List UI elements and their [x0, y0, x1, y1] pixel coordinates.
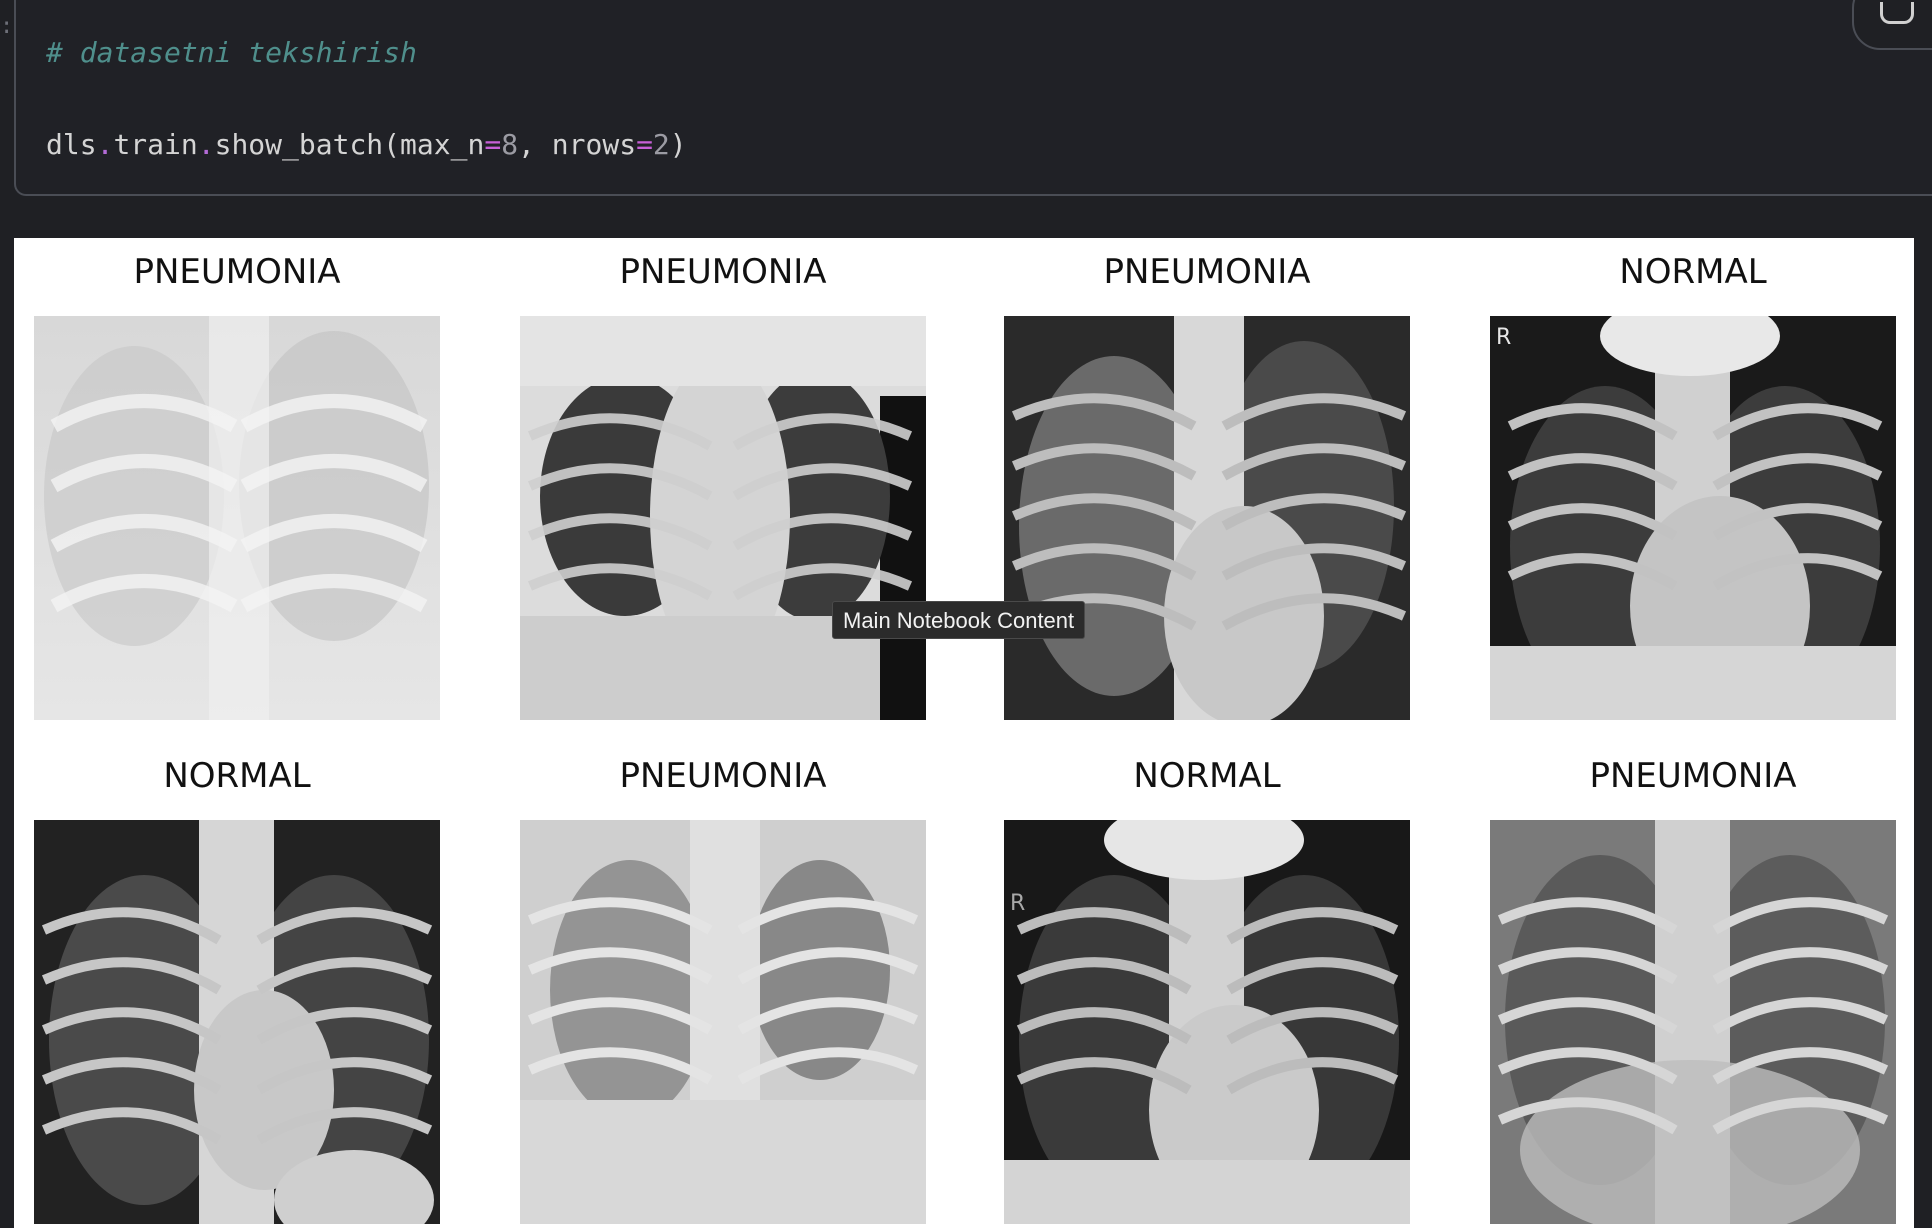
xray-label: PNEUMONIA [619, 756, 827, 796]
xray-label: NORMAL [1619, 252, 1767, 292]
code-cell[interactable]: # datasetni tekshirish dls.train.show_ba… [14, 0, 1932, 196]
xray-label: PNEUMONIA [1589, 756, 1797, 796]
chest-xray-image [1490, 820, 1896, 1224]
code-token-arg1-value: 8 [501, 128, 519, 161]
code-token-method: show_batch( [214, 128, 401, 161]
code-token-arg2-value: 2 [652, 128, 670, 161]
code-token-arg2-name: nrows [551, 128, 637, 161]
code-token-equals: = [484, 128, 502, 161]
xray-side-marker: R [1496, 325, 1511, 350]
xray-label: NORMAL [1133, 756, 1281, 796]
xray-label: PNEUMONIA [619, 252, 827, 292]
xray-label: PNEUMONIA [1103, 252, 1311, 292]
code-token-dot: . [96, 128, 114, 161]
code-token-separator: , [518, 128, 552, 161]
cell-action-button[interactable] [1852, 0, 1932, 50]
code-line-show-batch: dls.train.show_batch(max_n=8, nrows=2) [46, 128, 687, 161]
code-token-obj: dls [46, 128, 97, 161]
chest-xray-image [34, 316, 440, 720]
cell-gutter-marker: : [0, 14, 14, 39]
chest-xray-image [1004, 316, 1410, 720]
chest-xray-image: R [1490, 316, 1896, 720]
xray-label: PNEUMONIA [133, 252, 341, 292]
xray-side-marker: R [1010, 891, 1025, 916]
code-comment: # datasetni tekshirish [46, 36, 417, 69]
tooltip: Main Notebook Content [832, 601, 1086, 639]
chest-xray-image: R [1004, 820, 1410, 1224]
chest-xray-image [520, 820, 926, 1224]
code-token-close: ) [669, 128, 687, 161]
copy-icon [1880, 2, 1914, 24]
notebook-view: : # datasetni tekshirish dls.train.show_… [0, 0, 1932, 1228]
code-token-attr: train [113, 128, 198, 161]
chest-xray-image [520, 316, 926, 720]
code-token-arg1-name: max_n [400, 128, 485, 161]
xray-label: NORMAL [163, 756, 311, 796]
chest-xray-image [34, 820, 440, 1224]
code-token-equals: = [636, 128, 653, 161]
cell-output-image-grid: PNEUMONIA PNEUMONIA PNEUMONIA NORMAL R N… [14, 238, 1914, 1228]
code-token-dot: . [197, 128, 215, 161]
